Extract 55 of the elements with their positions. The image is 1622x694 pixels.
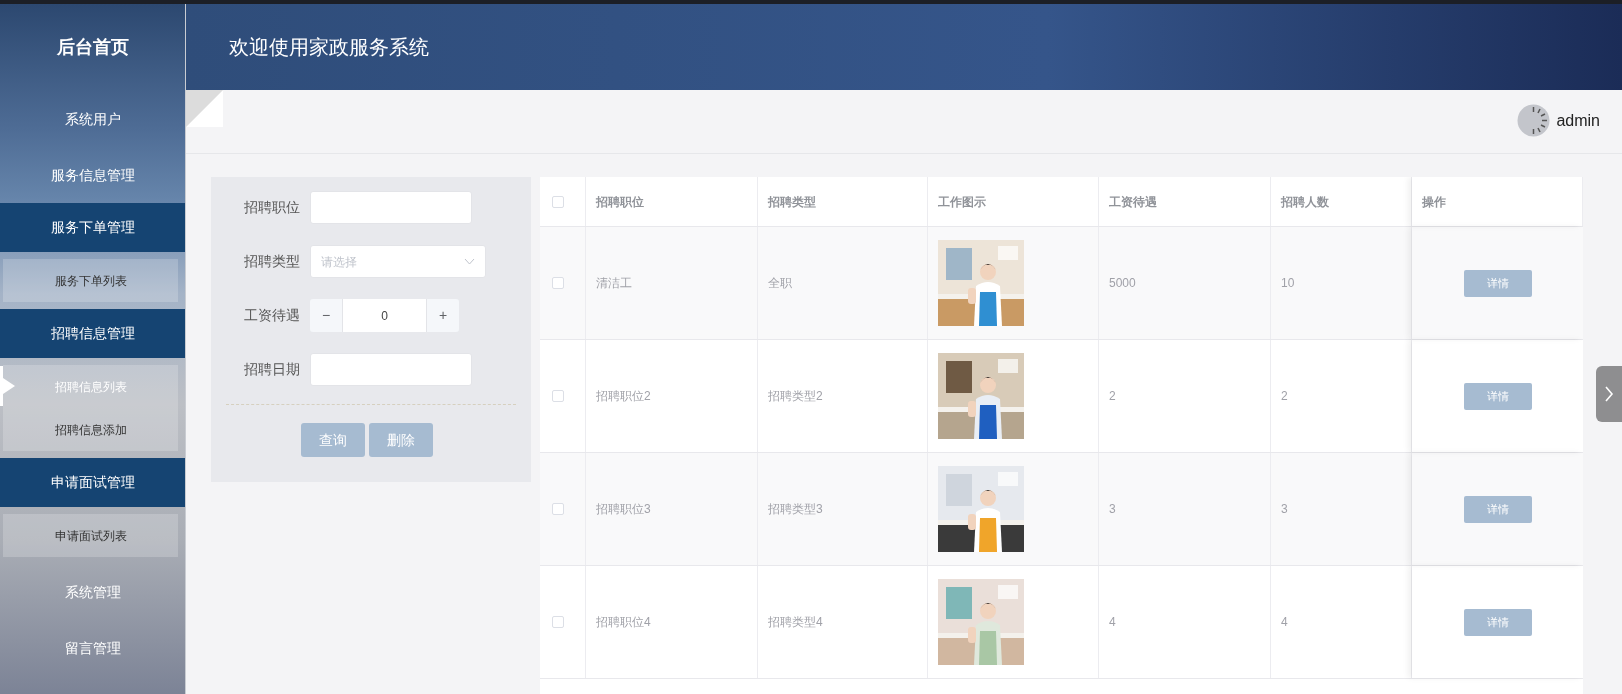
checkbox[interactable] (552, 277, 564, 289)
column-header: 招聘类型 (768, 193, 816, 211)
table-cell-text: 3 (1109, 501, 1116, 518)
side-panel-tab[interactable] (1596, 366, 1622, 422)
column-header: 招聘职位 (596, 193, 644, 211)
column-header: 工作图示 (938, 193, 986, 211)
input-field[interactable] (310, 191, 472, 224)
caret-icon (464, 258, 475, 265)
sidebar-subitem[interactable]: 招聘信息添加 (3, 408, 178, 451)
table-cell-text: 5000 (1109, 275, 1136, 292)
sidebar-group[interactable]: 服务下单管理 (0, 203, 185, 252)
fold-corner-icon[interactable] (186, 90, 223, 127)
column-header: 操作 (1422, 193, 1446, 211)
table-cell-text: 2 (1281, 388, 1288, 405)
sidebar-subitem[interactable]: 申请面试列表 (3, 514, 178, 557)
sidebar-item[interactable]: 留言管理 (0, 620, 185, 676)
table-cell-text: 招聘类型4 (768, 614, 823, 631)
field-label: 招聘职位 (243, 198, 301, 217)
checkbox[interactable] (552, 195, 564, 208)
decrement-button[interactable]: − (310, 299, 343, 332)
checkbox[interactable] (552, 616, 564, 628)
sidebar-title[interactable]: 后台首页 (56, 34, 129, 61)
table-cell-text: 全职 (768, 275, 792, 292)
selected-marker-icon (0, 366, 17, 406)
table-cell-text: 4 (1281, 614, 1288, 631)
sidebar-group[interactable]: 招聘信息管理 (0, 309, 185, 358)
table-cell-text: 清洁工 (596, 275, 632, 292)
table-cell-text: 招聘职位4 (596, 614, 651, 631)
avatar-icon[interactable] (1517, 104, 1551, 137)
checkbox[interactable] (552, 503, 564, 515)
field-label: 工资待遇 (243, 306, 301, 325)
header-title: 欢迎使用家政服务系统 (229, 35, 429, 60)
sidebar-subitem[interactable]: 服务下单列表 (3, 259, 178, 302)
chevron-right-icon (1604, 385, 1614, 403)
table-cell-text: 3 (1281, 501, 1288, 518)
table-cell-text: 10 (1281, 275, 1295, 292)
table-cell-text: 招聘类型2 (768, 388, 823, 405)
checkbox[interactable] (552, 390, 564, 402)
username[interactable]: admin (1556, 108, 1600, 133)
table-cell-text: 2 (1109, 388, 1116, 405)
field-label: 招聘日期 (243, 360, 301, 379)
table-cell-text: 4 (1109, 614, 1116, 631)
sidebar-item[interactable]: 服务信息管理 (0, 147, 185, 203)
input-field[interactable] (310, 353, 472, 386)
column-header: 招聘人数 (1281, 193, 1329, 211)
sidebar-item[interactable]: 系统用户 (0, 91, 185, 147)
select-placeholder: 请选择 (321, 253, 357, 271)
sidebar-group[interactable]: 申请面试管理 (0, 458, 185, 507)
column-header: 工资待遇 (1109, 193, 1157, 211)
number-field[interactable]: 0 (343, 299, 426, 332)
increment-button[interactable]: + (426, 299, 459, 332)
table-cell-text: 招聘职位3 (596, 501, 651, 518)
field-label: 招聘类型 (243, 252, 301, 271)
table-cell-text: 招聘职位2 (596, 388, 651, 405)
table-cell-text: 招聘类型3 (768, 501, 823, 518)
